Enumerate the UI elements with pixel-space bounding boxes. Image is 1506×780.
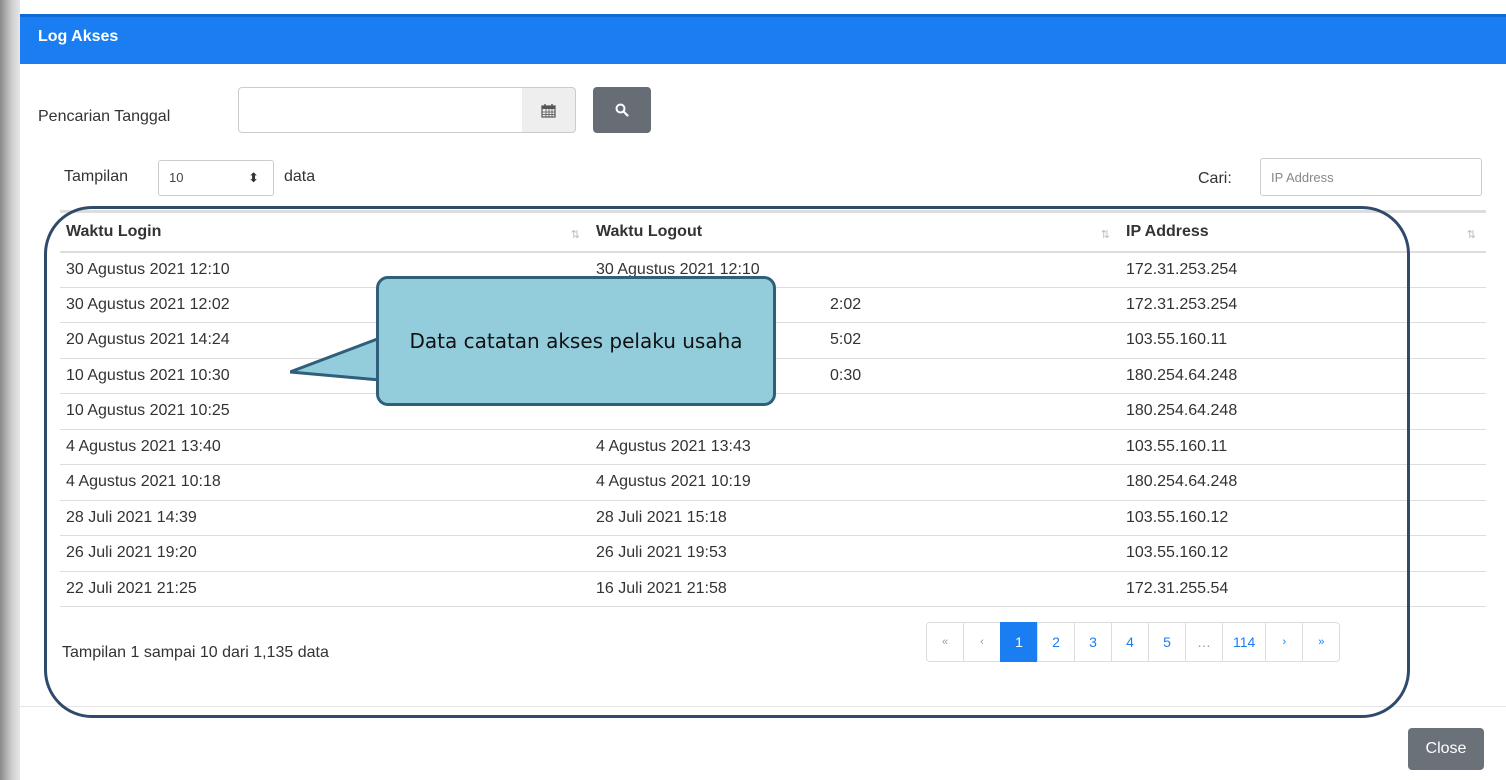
table-info: Tampilan 1 sampai 10 dari 1,135 data [62,644,329,661]
column-header-ip[interactable]: IP Address ⇅ [1120,210,1486,253]
page-5[interactable]: 5 [1148,622,1186,662]
table-row: 28 Juli 2021 14:39 28 Juli 2021 15:18 103.… [60,500,1486,536]
page-2[interactable]: 2 [1037,622,1075,662]
page-length-value: 10 [169,170,184,185]
access-log-table-wrap: Waktu Login ⇅ Waktu Logout ⇅ IP Address ⇅ 3… [60,210,1486,607]
callout-pointer [290,336,382,382]
page-prev[interactable]: ‹ [963,622,1001,662]
screenshot-frame: Log Akses Pencarian Tanggal Tampilan 10 … [0,0,1506,780]
page-last[interactable]: » [1302,622,1341,662]
modal-title: Log Akses [38,28,119,45]
search-icon [615,103,629,117]
annotation-callout: Data catatan akses pelaku usaha [376,276,776,406]
column-header-login[interactable]: Waktu Login ⇅ [60,210,590,253]
close-button[interactable]: Close [1408,728,1484,770]
length-suffix: data [284,168,316,185]
page-first[interactable]: « [926,622,964,662]
column-header-label: Waktu Login [66,222,162,240]
cell-ip: 180.254.64.248 [1120,393,1486,430]
cell-logout: 4 Agustus 2021 10:19 [590,464,1120,501]
table-row: 4 Agustus 2021 13:40 4 Agustus 2021 13:43… [60,429,1486,465]
cell-logout: 4 Agustus 2021 13:43 [590,429,1120,465]
cell-login: 4 Agustus 2021 13:40 [60,429,590,465]
cell-login: 22 Juli 2021 21:25 [60,571,590,607]
cell-ip: 180.254.64.248 [1120,464,1486,501]
page-3[interactable]: 3 [1074,622,1112,662]
ip-filter-input[interactable] [1260,158,1482,196]
page-1[interactable]: 1 [1000,622,1038,662]
length-prefix: Tampilan [64,168,129,185]
backdrop-edge [0,0,20,780]
column-header-logout[interactable]: Waktu Logout ⇅ [590,210,1120,253]
page-next[interactable]: › [1265,622,1304,662]
page-4[interactable]: 4 [1111,622,1149,662]
cell-ip: 172.31.253.254 [1120,287,1486,323]
column-header-label: IP Address [1126,222,1209,240]
table-header-row: Waktu Login ⇅ Waktu Logout ⇅ IP Address ⇅ [60,210,1486,253]
cell-ip: 103.55.160.11 [1120,429,1486,465]
page-length-select[interactable]: 10 ⬍ [158,160,274,196]
cell-ip: 103.55.160.12 [1120,535,1486,572]
modal-footer-divider [20,706,1506,707]
calendar-icon[interactable] [522,87,576,133]
cell-logout: 26 Juli 2021 19:53 [590,535,1120,572]
cell-ip: 172.31.253.254 [1120,251,1486,288]
cell-login: 28 Juli 2021 14:39 [60,500,590,536]
cell-ip: 180.254.64.248 [1120,358,1486,394]
cell-ip: 172.31.255.54 [1120,571,1486,607]
sort-icon: ⇅ [570,229,580,241]
filter-label: Cari: [1198,170,1232,187]
table-row: 4 Agustus 2021 10:18 4 Agustus 2021 10:19… [60,464,1486,501]
cell-logout: 16 Juli 2021 21:58 [590,571,1120,607]
date-search-input[interactable] [238,87,523,133]
sort-icon: ⇅ [1466,229,1476,241]
modal-header: Log Akses [20,14,1506,64]
cell-logout: 28 Juli 2021 15:18 [590,500,1120,536]
page-ellipsis: … [1185,622,1223,662]
access-log-table: Waktu Login ⇅ Waktu Logout ⇅ IP Address ⇅ 3… [60,210,1486,607]
table-row: 26 Juli 2021 19:20 26 Juli 2021 19:53 103.… [60,535,1486,572]
column-header-label: Waktu Logout [596,222,703,240]
table-row: 22 Juli 2021 21:25 16 Juli 2021 21:58 172.… [60,571,1486,607]
search-button[interactable] [593,87,651,133]
pagination: « ‹ 1 2 3 4 5 … 114 › » [926,622,1341,662]
cell-ip: 103.55.160.11 [1120,322,1486,359]
cell-login: 26 Juli 2021 19:20 [60,535,590,572]
select-arrows-icon: ⬍ [248,170,259,185]
cell-ip: 103.55.160.12 [1120,500,1486,536]
cell-login: 4 Agustus 2021 10:18 [60,464,590,501]
date-search-label: Pencarian Tanggal [38,108,171,125]
page-114[interactable]: 114 [1222,622,1267,662]
sort-icon: ⇅ [1100,229,1110,241]
